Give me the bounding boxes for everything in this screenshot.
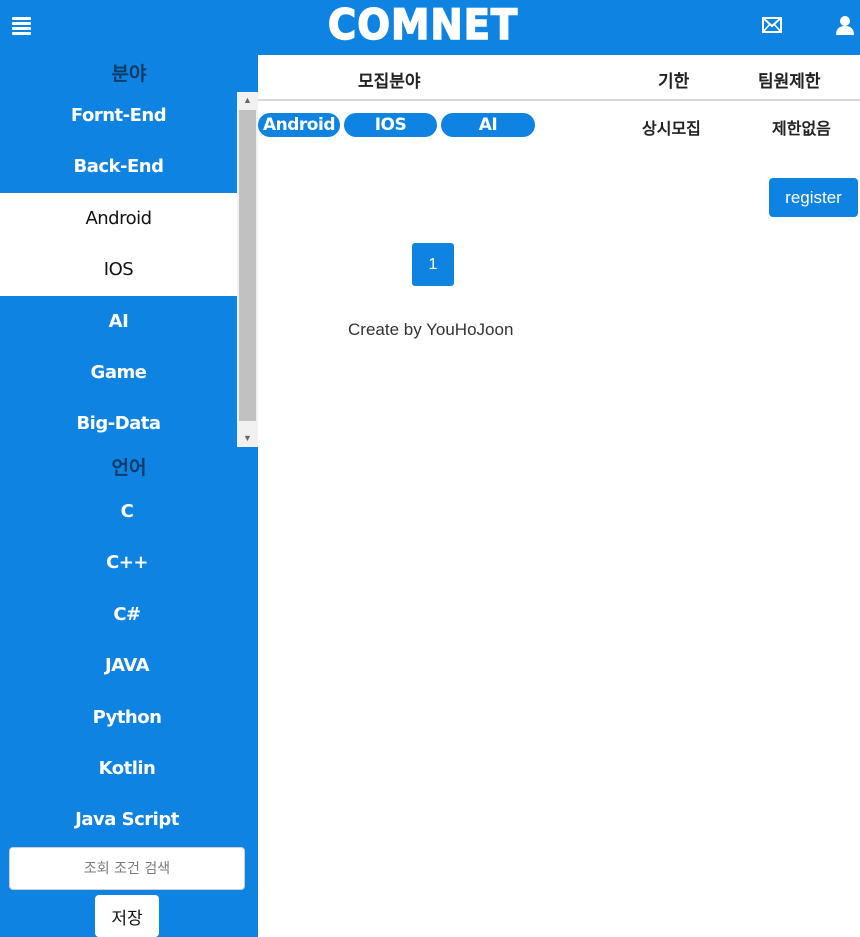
- language-list: C C++ C# JAVA Python Kotlin Java Script: [0, 486, 258, 846]
- language-item-java[interactable]: JAVA: [0, 640, 254, 691]
- scroll-down-arrow-icon[interactable]: ▼: [237, 430, 258, 447]
- mail-icon[interactable]: [762, 17, 782, 33]
- column-header-limit: 팀원제한: [758, 72, 821, 92]
- field-heading: 분야: [111, 63, 147, 85]
- field-item-ios[interactable]: IOS: [0, 244, 237, 296]
- field-item-game[interactable]: Game: [0, 347, 237, 398]
- language-item-javascript[interactable]: Java Script: [0, 794, 254, 845]
- scroll-up-arrow-icon[interactable]: ▲: [237, 92, 258, 109]
- app-logo[interactable]: COMNET: [0, 0, 860, 55]
- field-item-ai[interactable]: AI: [0, 296, 237, 347]
- user-icon[interactable]: [835, 15, 855, 35]
- scroll-thumb[interactable]: [239, 110, 256, 421]
- field-item-android[interactable]: Android: [0, 192, 237, 245]
- language-item-csharp[interactable]: C#: [0, 589, 254, 640]
- field-tag[interactable]: Android: [258, 113, 340, 137]
- language-item-python[interactable]: Python: [0, 692, 254, 743]
- field-item-front-end[interactable]: Fornt-End: [0, 90, 237, 141]
- column-header-field: 모집분야: [358, 72, 421, 92]
- pagination-page-button[interactable]: 1: [412, 243, 454, 286]
- limit-cell: 제한없음: [772, 119, 831, 138]
- language-item-c[interactable]: C: [0, 486, 254, 537]
- register-button[interactable]: register: [769, 178, 858, 217]
- field-item-big-data[interactable]: Big-Data: [0, 398, 237, 449]
- field-list[interactable]: Fornt-End Back-End Android IOS AI Game B…: [0, 90, 237, 446]
- top-navbar: COMNET: [0, 0, 860, 55]
- footer-credit: Create by YouHoJoon: [348, 320, 514, 339]
- field-tag[interactable]: IOS: [344, 113, 437, 137]
- table-row[interactable]: Android IOS AI 상시모집 제한없음: [258, 103, 860, 147]
- table-header: 모집분야 기한 팀원제한: [258, 55, 860, 101]
- field-list-scrollbar[interactable]: ▲ ▼: [237, 92, 258, 447]
- deadline-cell: 상시모집: [642, 119, 701, 138]
- save-button[interactable]: 저장: [95, 895, 159, 937]
- search-input[interactable]: [9, 847, 245, 890]
- language-item-kotlin[interactable]: Kotlin: [0, 743, 254, 794]
- field-tag[interactable]: AI: [441, 113, 535, 137]
- sidebar: 분야 Fornt-End Back-End Android IOS AI Gam…: [0, 55, 258, 937]
- column-header-deadline: 기한: [658, 72, 690, 92]
- language-heading: 언어: [111, 457, 147, 479]
- language-item-cpp[interactable]: C++: [0, 537, 254, 588]
- field-item-back-end[interactable]: Back-End: [0, 141, 237, 192]
